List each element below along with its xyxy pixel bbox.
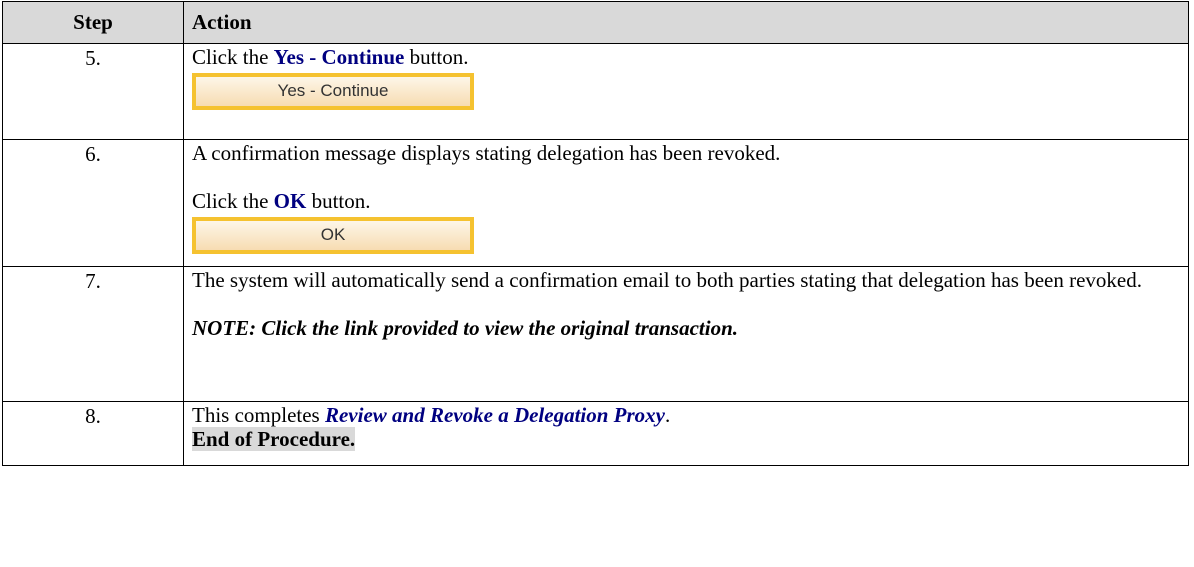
table-row: 8. This completes Review and Revoke a De… [2, 401, 1189, 466]
instruction-suffix: button. [306, 189, 371, 213]
email-message: The system will automatically send a con… [192, 268, 1142, 292]
instruction-prefix: Click the [192, 45, 274, 69]
instruction-text: Click the OK button. [192, 189, 1180, 213]
table-row: 7. The system will automatically send a … [2, 266, 1189, 402]
button-name-highlight: OK [273, 189, 307, 213]
ok-button[interactable]: OK [192, 217, 474, 254]
action-cell: This completes Review and Revoke a Deleg… [183, 401, 1189, 466]
table-row: 6. A confirmation message displays stati… [2, 139, 1189, 267]
button-name-highlight: Yes - Continue [273, 45, 405, 69]
action-column-header: Action [183, 1, 1189, 44]
procedure-name-highlight: Review and Revoke a Delegation Proxy [324, 403, 666, 427]
yes-continue-button[interactable]: Yes - Continue [192, 73, 474, 110]
step-number: 6. [2, 139, 184, 267]
table-row: 5. Click the Yes - Continue button. Yes … [2, 43, 1189, 140]
completion-suffix: . [665, 403, 671, 427]
step-number: 7. [2, 266, 184, 402]
confirmation-message: A confirmation message displays stating … [192, 141, 781, 165]
note-text: NOTE: Click the link provided to view th… [192, 316, 739, 340]
procedure-table: Step Action 5. Click the Yes - Continue … [2, 1, 1189, 466]
end-of-procedure: End of Procedure. [192, 427, 356, 451]
step-column-header: Step [2, 1, 184, 44]
table-header-row: Step Action [2, 1, 1189, 44]
step-number: 8. [2, 401, 184, 466]
action-cell: The system will automatically send a con… [183, 266, 1189, 402]
action-cell: Click the Yes - Continue button. Yes - C… [183, 43, 1189, 140]
action-cell: A confirmation message displays stating … [183, 139, 1189, 267]
completion-text: This completes Review and Revoke a Deleg… [192, 403, 1180, 427]
step-number: 5. [2, 43, 184, 140]
instruction-suffix: button. [404, 45, 469, 69]
instruction-prefix: Click the [192, 189, 274, 213]
instruction-text: Click the Yes - Continue button. [192, 45, 1180, 69]
completion-prefix: This completes [192, 403, 325, 427]
